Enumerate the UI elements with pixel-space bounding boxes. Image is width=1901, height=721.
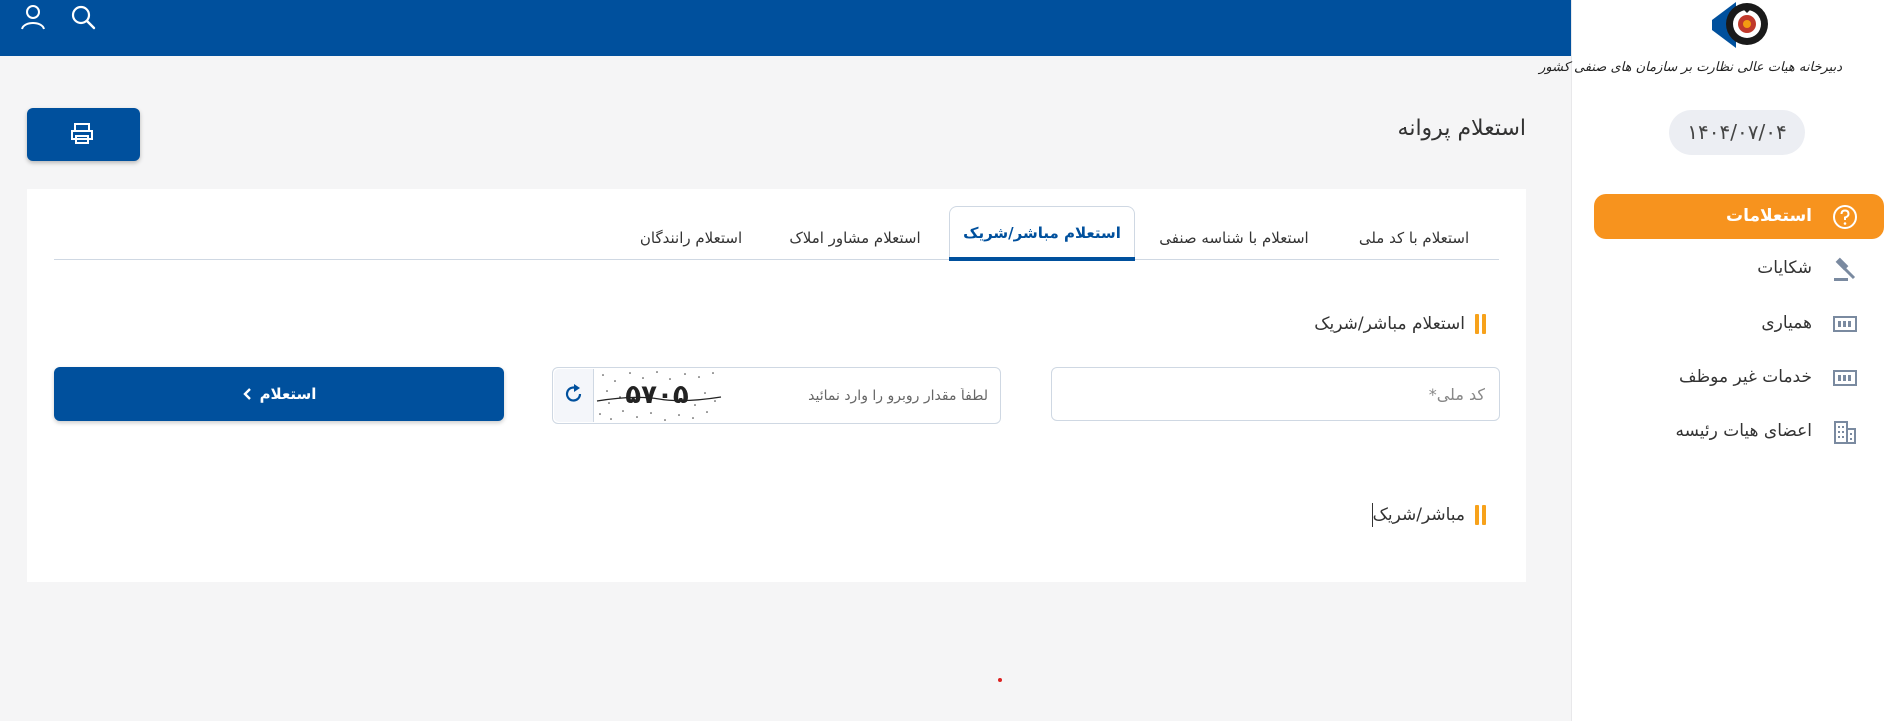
inquiry-submit-button[interactable]: استعلام (54, 367, 504, 421)
sidebar-item-cooperation[interactable]: همیاری (1594, 301, 1884, 346)
refresh-icon (565, 384, 582, 402)
sidebar-item-non-mandatory-services[interactable]: خدمات غیر موظف (1594, 355, 1884, 400)
section-marker-icon (1475, 314, 1486, 334)
sidebar-item-board-members[interactable]: اعضای هیات رئیسه (1594, 409, 1884, 454)
sidebar-item-label: شکایات (1757, 258, 1812, 278)
captcha-refresh-button[interactable] (554, 369, 594, 422)
section-title: استعلام مباشر/شریک (1314, 314, 1465, 334)
sidebar-item-label: همیاری (1761, 313, 1812, 333)
chevron-left-icon (242, 388, 251, 400)
sidebar-item-label: اعضای هیات رئیسه (1675, 421, 1812, 441)
question-icon (1832, 204, 1858, 230)
organization-name: دبیرخانه هیات عالی نظارت بر سازمان های ص… (1539, 60, 1842, 75)
sidebar-item-label: خدمات غیر موظف (1679, 367, 1812, 387)
tab-guild-id[interactable]: استعلام با شناسه صنفی (1139, 216, 1329, 260)
print-icon (71, 123, 93, 144)
gavel-icon (1832, 256, 1858, 282)
tab-bar: استعلام با کد ملی استعلام با شناسه صنفی … (54, 206, 1499, 261)
sidebar-item-label: استعلامات (1726, 206, 1812, 226)
money-icon (1832, 365, 1858, 391)
organization-logo[interactable] (1634, 0, 1834, 90)
tab-national-code[interactable]: استعلام با کد ملی (1329, 216, 1499, 260)
user-icon[interactable] (18, 2, 48, 32)
money-icon (1832, 311, 1858, 337)
inquiry-card: استعلام با کد ملی استعلام با شناسه صنفی … (27, 189, 1526, 582)
national-code-input[interactable] (1051, 367, 1500, 421)
captcha-text: ۵۷۰۵ (625, 380, 689, 410)
section-title: مباشر/شریک (1371, 503, 1465, 527)
tab-real-estate-advisor[interactable]: استعلام مشاور املاک (775, 216, 935, 260)
form-section-header: استعلام مباشر/شریک (1314, 314, 1486, 334)
sidebar-item-inquiries[interactable]: استعلامات (1594, 194, 1884, 239)
date-badge: ۱۴۰۴/۰۷/۰۴ (1669, 110, 1805, 155)
search-icon[interactable] (68, 2, 98, 32)
tab-drivers[interactable]: استعلام رانندگان (621, 216, 761, 260)
sidebar: دبیرخانه هیات عالی نظارت بر سازمان های ص… (1539, 0, 1901, 721)
captcha-field: ۵۷۰۵ (552, 367, 1001, 424)
submit-label: استعلام (259, 385, 317, 403)
page-title: استعلام پروانه (1397, 116, 1526, 141)
print-button[interactable] (27, 108, 140, 161)
section-marker-icon (1475, 505, 1486, 525)
captcha-image: ۵۷۰۵ (595, 369, 723, 423)
tab-manager-partner[interactable]: استعلام مباشر/شریک (949, 206, 1135, 261)
sidebar-item-complaints[interactable]: شکایات (1594, 246, 1884, 291)
building-icon (1832, 419, 1858, 445)
result-section-header: مباشر/شریک (1371, 503, 1486, 527)
captcha-input[interactable] (788, 380, 988, 412)
indicator-dot (998, 678, 1002, 682)
top-bar (0, 0, 1571, 56)
